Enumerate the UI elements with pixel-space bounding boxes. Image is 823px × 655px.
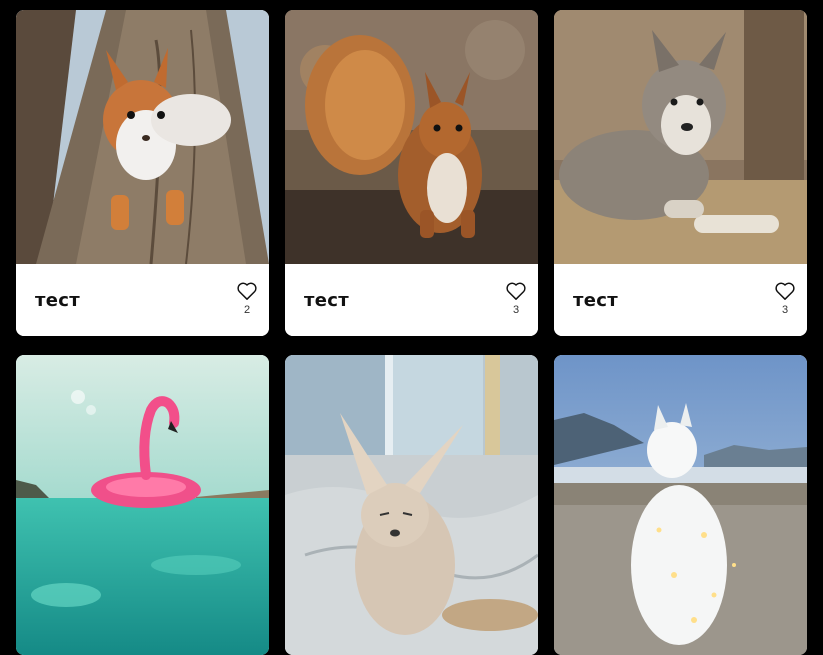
card-title: тест	[304, 290, 349, 311]
photo-card[interactable]: тест 3	[554, 10, 807, 336]
like-button[interactable]: 3	[773, 281, 797, 316]
pink-flamingo-float-image[interactable]	[16, 355, 269, 655]
heart-outline-icon	[237, 282, 257, 300]
like-count: 3	[781, 304, 789, 316]
card-title: тест	[573, 290, 618, 311]
white-samoyed-lights-image[interactable]	[554, 355, 807, 655]
photo-card[interactable]	[16, 355, 269, 655]
photo-card[interactable]	[285, 355, 538, 655]
squirrel-on-tree-image[interactable]	[16, 10, 269, 264]
card-title: тест	[35, 290, 80, 311]
like-count: 3	[512, 304, 520, 316]
fennec-fox-image[interactable]	[285, 355, 538, 655]
photo-grid: тест 2 тест 3 тест 3	[16, 10, 807, 655]
heart-outline-icon	[506, 282, 526, 300]
heart-outline-icon	[775, 282, 795, 300]
card-footer: тест 3	[285, 264, 538, 336]
photo-card[interactable]	[554, 355, 807, 655]
photo-card[interactable]: тест 3	[285, 10, 538, 336]
like-count: 2	[243, 304, 251, 316]
like-button[interactable]: 3	[504, 281, 528, 316]
card-footer: тест 3	[554, 264, 807, 336]
card-footer: тест 2	[16, 264, 269, 336]
wolf-lying-image[interactable]	[554, 10, 807, 264]
photo-card[interactable]: тест 2	[16, 10, 269, 336]
like-button[interactable]: 2	[235, 281, 259, 316]
squirrel-on-ground-image[interactable]	[285, 10, 538, 264]
